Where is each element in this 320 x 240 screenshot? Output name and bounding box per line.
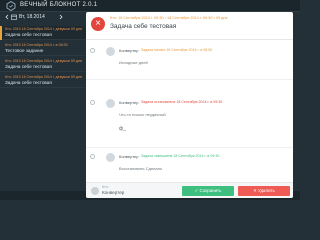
app-logo-icon — [6, 1, 16, 11]
app-header: ВЕЧНЫЙ БЛОКНОТ 2.0.1 — [0, 0, 300, 12]
assignee-label: Кто: — [102, 185, 109, 189]
task-list-item[interactable]: Кто: 2010 18 Сентября 2014 г. в 08:30 Те… — [0, 42, 100, 56]
task-list: Кто: 2010 18 Сентября 2014 г. девушки 09… — [0, 26, 100, 90]
next-day-arrow-icon[interactable] — [58, 14, 64, 20]
entry-meta: Задача завершена 18 Сентября 2014 г. в 0… — [141, 154, 220, 158]
timeline-dot-icon — [90, 48, 95, 53]
close-icon: × — [95, 18, 101, 29]
task-detail-panel: × Кто: 18 Сентября 2014 г. 09:30 • 18 Се… — [86, 12, 293, 198]
entry-message: Восстановить Сделано — [119, 166, 163, 171]
timeline-dot-icon — [90, 154, 95, 159]
task-detail-meta: Кто: 18 Сентября 2014 г. 09:30 • 18 Сент… — [110, 16, 228, 20]
task-list-item[interactable]: Кто: 2010 18 Сентября 2014 г. девушки 09… — [0, 58, 100, 72]
date-navigation: Вт, 18.2014 — [0, 12, 70, 22]
app-title: ВЕЧНЫЙ БЛОКНОТ 2.0.1 — [20, 2, 98, 8]
avatar — [106, 153, 115, 162]
task-detail-title: Задача себе тестовая — [110, 23, 177, 30]
entry-author: Конвертер — [119, 100, 139, 105]
task-detail-header: × Кто: 18 Сентября 2014 г. 09:30 • 18 Се… — [86, 12, 293, 40]
entry-meta: Задача остановлена 18 Сентября 2014 г. в… — [141, 100, 223, 104]
task-detail-footer: Кто: Конвертер ✓ Сохранить ✕ Удалить — [86, 182, 293, 198]
history-entry: Конвертер Задача начата 18 Сентября 2014… — [86, 46, 293, 80]
avatar — [106, 99, 115, 108]
timeline-dot-icon — [90, 100, 95, 105]
save-button[interactable]: ✓ Сохранить — [182, 186, 234, 196]
history-entry: Конвертер Задача остановлена 18 Сентября… — [86, 98, 293, 148]
entry-mark: ф_ — [119, 126, 126, 132]
entry-message: Исходные дней — [119, 60, 148, 65]
entry-author: Конвертер — [119, 48, 139, 53]
task-list-item[interactable]: Кто: 2010 18 Сентября 2014 г. девушки 09… — [0, 74, 100, 88]
calendar-icon[interactable] — [11, 14, 17, 20]
previous-day-arrow-icon[interactable] — [4, 14, 10, 20]
entry-message: Что-то пошло неудачный — [119, 112, 166, 117]
close-task-button[interactable]: × — [91, 17, 105, 31]
entry-meta: Задача начата 18 Сентября 2014 г. в 08:5… — [141, 48, 213, 52]
entry-author: Конвертер — [119, 154, 139, 159]
history-entry: Конвертер Задача завершена 18 Сентября 2… — [86, 152, 293, 180]
current-date: Вт, 18.2014 — [19, 14, 45, 20]
assignee-name: Конвертер — [102, 190, 125, 195]
avatar — [91, 187, 99, 195]
delete-button[interactable]: ✕ Удалить — [238, 186, 290, 196]
avatar — [106, 47, 115, 56]
task-list-item[interactable]: Кто: 2010 18 Сентября 2014 г. девушки 09… — [0, 26, 100, 40]
